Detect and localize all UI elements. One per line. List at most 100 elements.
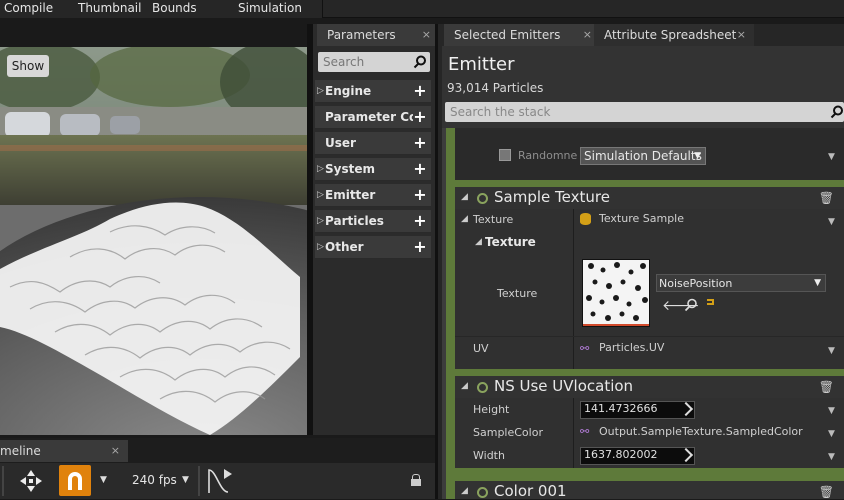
parameters-search-input[interactable]: Search <box>318 52 430 72</box>
width-value: 1637.802002 <box>584 448 658 461</box>
curve-editor-icon[interactable] <box>206 466 236 496</box>
search-icon <box>413 55 426 69</box>
tab-parameters-label: Parameters <box>327 28 396 42</box>
row-menu-arrow-icon[interactable]: ▼ <box>828 429 835 439</box>
trash-icon[interactable]: 🗑 <box>819 191 834 205</box>
tab-timeline-label: meline <box>0 444 41 458</box>
module-ns-use-uvlocation-header[interactable]: ◢ NS Use UVlocation 🗑 <box>455 376 844 398</box>
simulation-button[interactable]: Simulation <box>234 0 323 18</box>
link-icon: ⚯ <box>580 425 590 438</box>
reset-to-default-icon[interactable] <box>707 299 714 305</box>
category-label: Engine <box>325 84 372 98</box>
collapse-arrow-icon[interactable]: ◢ <box>461 381 468 391</box>
asset-picker-dropdown[interactable]: NoisePosition ▼ <box>656 274 826 292</box>
category-parameter-collections[interactable]: Parameter Collections + <box>315 106 431 129</box>
trash-icon[interactable]: 🗑 <box>819 485 834 499</box>
top-toolbar: Compile Thumbnail Bounds Simulation <box>0 0 844 18</box>
add-icon[interactable]: + <box>413 135 427 151</box>
tab-parameters[interactable]: Parameters × <box>317 24 439 46</box>
trash-icon[interactable]: 🗑 <box>819 380 834 394</box>
randomness-dropdown[interactable]: Simulation Defaults ▼ <box>580 147 706 165</box>
add-icon[interactable]: + <box>413 161 427 177</box>
tab-attribute-spreadsheet[interactable]: Attribute Spreadsheet × <box>594 24 754 46</box>
tab-selected-emitters-label: Selected Emitters <box>454 28 561 42</box>
texture-thumbnail[interactable] <box>582 259 650 327</box>
randomness-checkbox[interactable] <box>499 149 511 161</box>
randomness-dropdown-value: Simulation Defaults <box>584 149 702 163</box>
search-icon <box>830 105 843 119</box>
row-menu-arrow-icon[interactable]: ▼ <box>828 346 835 356</box>
height-value: 141.4732666 <box>584 402 658 415</box>
tab-attribute-spreadsheet-close-icon[interactable]: × <box>737 24 746 46</box>
collapse-arrow-icon[interactable]: ◢ <box>461 214 468 224</box>
tab-attribute-spreadsheet-label: Attribute Spreadsheet <box>604 28 737 42</box>
module-body-divider <box>573 398 574 468</box>
resize-grip-icon <box>678 401 694 417</box>
randomness-label: Randomne <box>518 149 578 162</box>
section-divider <box>455 369 844 376</box>
tab-timeline[interactable]: meline × <box>0 440 128 462</box>
stack-search-input[interactable]: Search the stack <box>445 102 844 122</box>
category-system[interactable]: ▷ System + <box>315 158 431 181</box>
preview-viewport[interactable]: Show <box>0 47 307 435</box>
magnet-snap-button[interactable] <box>59 465 91 496</box>
toolbar-separator <box>198 466 200 496</box>
lock-icon[interactable] <box>411 474 421 486</box>
add-icon[interactable]: + <box>413 109 427 125</box>
show-button[interactable]: Show <box>7 55 49 77</box>
panel-splitter[interactable] <box>435 24 438 499</box>
row-menu-arrow-icon[interactable]: ▼ <box>828 217 835 227</box>
row-menu-arrow-icon[interactable]: ▼ <box>828 152 835 162</box>
bounds-button[interactable]: Bounds <box>148 0 237 18</box>
uv-value[interactable]: Particles.UV <box>599 341 664 354</box>
thumbnail-button[interactable]: Thumbnail <box>74 0 151 18</box>
add-icon[interactable]: + <box>413 187 427 203</box>
height-input[interactable]: 141.4732666 <box>580 401 695 419</box>
tab-parameters-close-icon[interactable]: × <box>422 24 431 46</box>
fps-value: 240 fps <box>132 473 177 487</box>
add-icon[interactable]: + <box>413 239 427 255</box>
tab-timeline-close-icon[interactable]: × <box>111 440 120 462</box>
category-label: Other <box>325 240 364 254</box>
add-icon[interactable]: + <box>413 213 427 229</box>
texture-asset-label: Texture <box>497 287 538 300</box>
height-label: Height <box>473 403 510 416</box>
category-label: User <box>325 136 356 150</box>
samplecolor-value[interactable]: Output.SampleTexture.SampledColor <box>599 425 803 438</box>
browse-asset-icon[interactable] <box>684 298 698 312</box>
chevron-down-icon: ▼ <box>182 475 189 485</box>
move-tool-icon[interactable] <box>14 466 48 496</box>
category-engine[interactable]: ▷ Engine + <box>315 80 431 103</box>
fps-dropdown[interactable]: 240 fps ▼ <box>124 466 194 494</box>
category-label: Emitter <box>325 188 376 202</box>
snap-options-chevron-down-icon[interactable]: ▼ <box>100 475 107 485</box>
compile-button[interactable]: Compile <box>0 0 77 18</box>
module-enabled-icon[interactable] <box>477 382 488 393</box>
row-menu-arrow-icon[interactable]: ▼ <box>828 406 835 416</box>
collapse-arrow-icon[interactable]: ◢ <box>461 486 468 496</box>
collapse-arrow-icon[interactable]: ◢ <box>461 192 468 202</box>
texture-input-label: Texture <box>473 213 514 226</box>
tab-selected-emitters-close-icon[interactable]: × <box>583 24 592 46</box>
width-input[interactable]: 1637.802002 <box>580 447 695 465</box>
category-label: Particles <box>325 214 384 228</box>
category-particles[interactable]: ▷ Particles + <box>315 210 431 233</box>
category-other[interactable]: ▷ Other + <box>315 236 431 259</box>
section-divider <box>455 468 844 481</box>
collapse-arrow-icon[interactable]: ◢ <box>475 237 482 247</box>
texture-input-value[interactable]: Texture Sample <box>599 212 684 225</box>
add-icon[interactable]: + <box>413 83 427 99</box>
expand-arrow-icon: ▷ <box>317 86 324 96</box>
module-enabled-icon[interactable] <box>477 487 488 498</box>
tab-selected-emitters[interactable]: Selected Emitters × <box>444 24 600 46</box>
module-enabled-icon[interactable] <box>477 193 488 204</box>
category-user[interactable]: User + <box>315 132 431 155</box>
chevron-down-icon: ▼ <box>814 278 821 288</box>
module-sample-texture-header[interactable]: ◢ Sample Texture 🗑 <box>455 187 844 209</box>
row-menu-arrow-icon[interactable]: ▼ <box>828 452 835 462</box>
category-emitter[interactable]: ▷ Emitter + <box>315 184 431 207</box>
expand-arrow-icon: ▷ <box>317 216 324 226</box>
link-icon: ⚯ <box>580 342 590 355</box>
noise-texture-preview <box>583 260 649 326</box>
module-color-header[interactable]: ◢ Color 001 🗑 <box>455 481 844 500</box>
